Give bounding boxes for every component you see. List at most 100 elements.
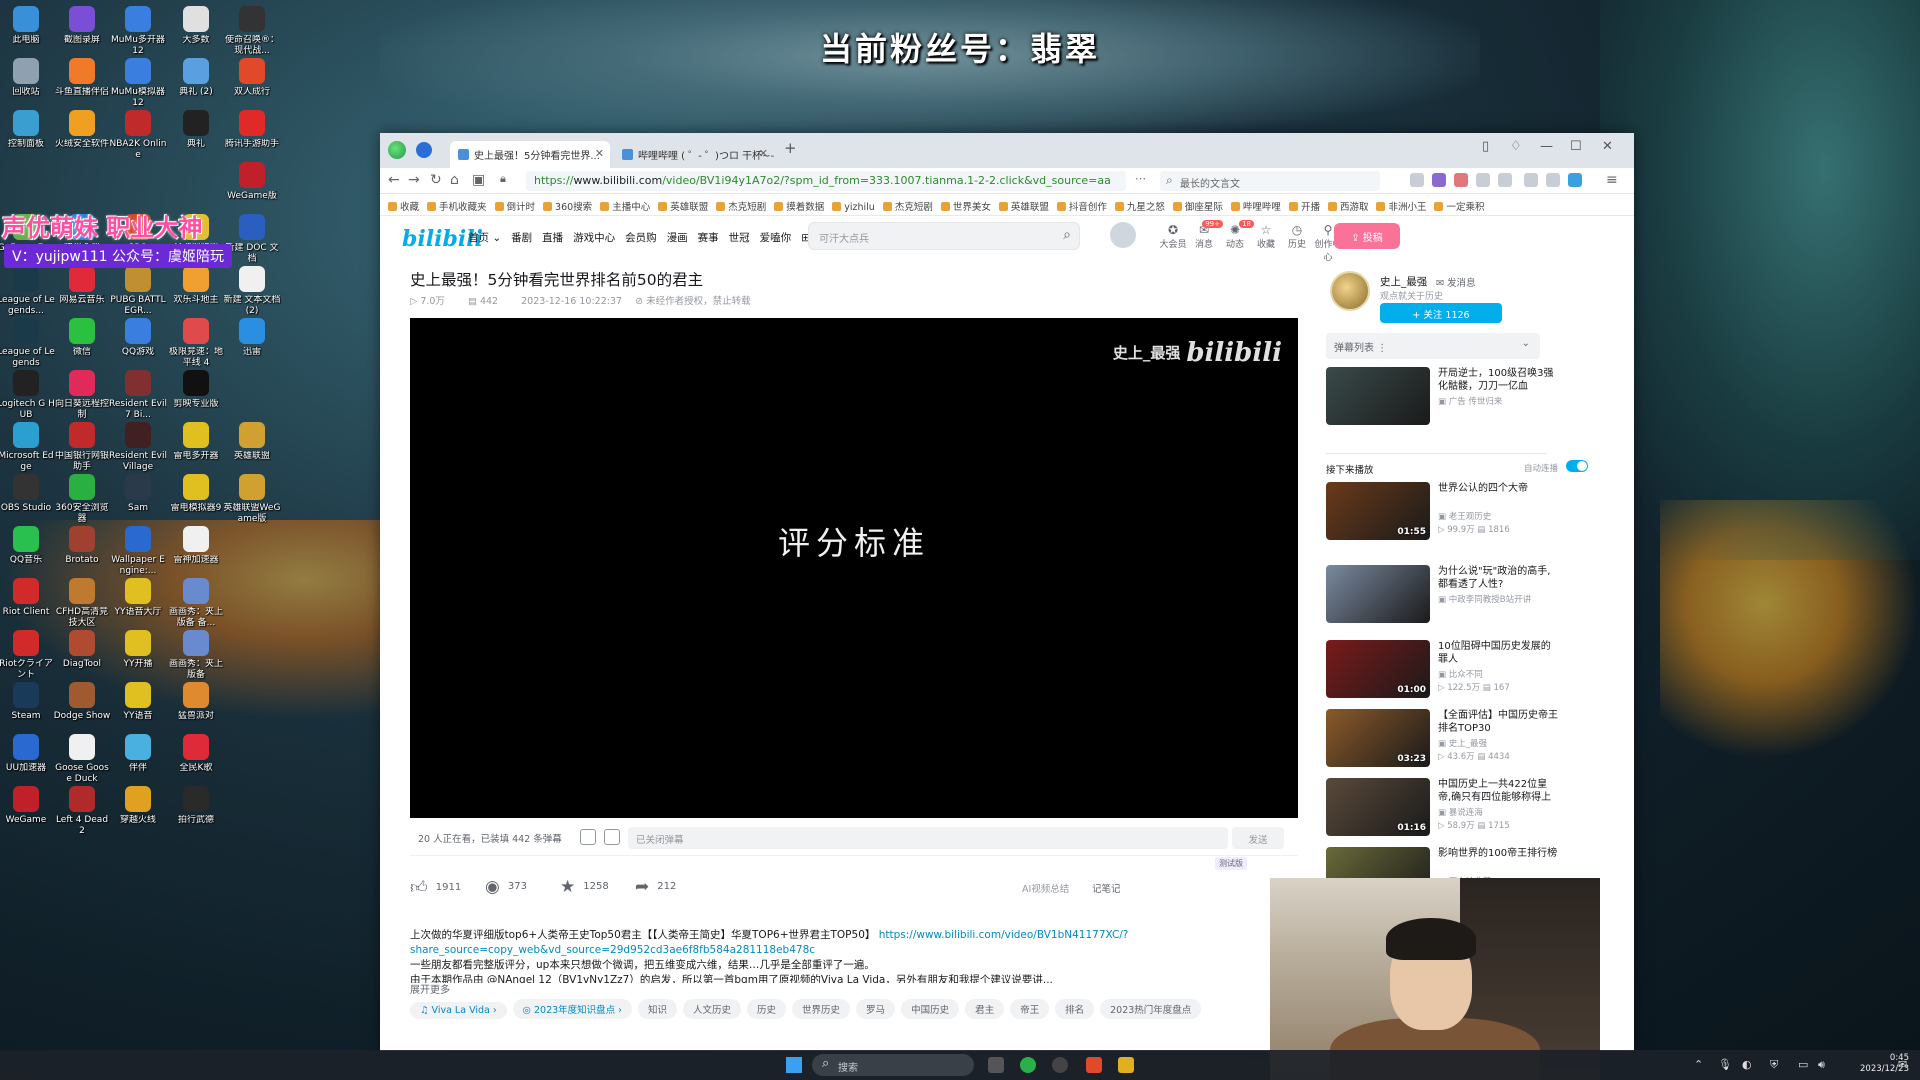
bilibili-search-input[interactable]: 可汗大点兵 ⌕ bbox=[808, 222, 1080, 250]
scissors-icon[interactable] bbox=[1410, 173, 1424, 187]
nav-item[interactable]: 漫画 bbox=[667, 232, 688, 244]
bookmark-item[interactable]: 世界美女 bbox=[941, 199, 991, 213]
tag-item[interactable]: 中国历史 bbox=[901, 999, 960, 1019]
chrome-taskbar-icon[interactable] bbox=[1086, 1057, 1102, 1073]
desktop-icon[interactable]: Left 4 Dead 2 bbox=[53, 786, 111, 837]
tag-item[interactable]: 世界历史 bbox=[792, 999, 851, 1019]
close-window-button[interactable]: ✕ bbox=[1602, 139, 1613, 154]
desktop-icon[interactable]: DiagTool bbox=[53, 630, 111, 670]
recommended-video[interactable]: 01:00 10位阻碍中国历史发展的罪人 ▣ 比众不同 ▷ 122.5万 ▤ 167 bbox=[1326, 640, 1551, 704]
bookmark-item[interactable]: 一定乘积 bbox=[1434, 199, 1484, 213]
desktop-icon[interactable]: 穿越火线 bbox=[109, 786, 167, 826]
security-icon[interactable]: ⛨ bbox=[1770, 1058, 1778, 1072]
browser-logo-icon[interactable] bbox=[388, 141, 406, 159]
tag-item[interactable]: 历史 bbox=[747, 999, 787, 1019]
tray-chevron-icon[interactable]: ⌃ bbox=[1694, 1058, 1703, 1071]
desktop-icon[interactable]: OBS Studio bbox=[0, 474, 55, 514]
task-view-icon[interactable] bbox=[988, 1057, 1004, 1073]
browser-search-input[interactable]: 最长的文言文 bbox=[1160, 171, 1380, 191]
desktop-icon[interactable]: Brotato bbox=[53, 526, 111, 566]
recommended-video[interactable]: 开局逆士，100级召唤3强化骷髅，刀刀一亿血 ▣ 广告 传世归来 bbox=[1326, 367, 1553, 431]
close-tab-icon[interactable]: ✕ bbox=[759, 147, 768, 160]
desktop-icon[interactable]: YY开播 bbox=[109, 630, 167, 670]
new-tab-button[interactable]: + bbox=[784, 139, 797, 157]
gamepad-icon[interactable] bbox=[1454, 173, 1468, 187]
bookmark-item[interactable]: yizhilu bbox=[832, 202, 875, 213]
uploader-avatar[interactable] bbox=[1330, 271, 1370, 311]
sync-icon[interactable] bbox=[1568, 173, 1582, 187]
tag-item[interactable]: 君主 bbox=[965, 999, 1005, 1019]
desktop-icon[interactable]: MuMu模拟器12 bbox=[109, 58, 167, 109]
desktop-icon[interactable]: Riot Client bbox=[0, 578, 55, 618]
uploader-name[interactable]: 史上_最强 bbox=[1380, 274, 1427, 289]
desktop-icon[interactable]: 拍行武德 bbox=[167, 786, 225, 826]
desktop-icon[interactable]: 剪映专业版 bbox=[167, 370, 225, 410]
bookmark-item[interactable]: 英雄联盟 bbox=[658, 199, 708, 213]
desktop-icon[interactable]: 猛兽派对 bbox=[167, 682, 225, 722]
close-tab-icon[interactable]: ✕ bbox=[595, 147, 604, 160]
tab-inactive[interactable]: 哔哩哔哩 ( ゜- ゜)つロ 干杯~-... ✕ bbox=[614, 141, 774, 168]
more-icon[interactable]: ⋯ bbox=[1135, 172, 1146, 185]
desktop-icon[interactable]: 此电脑 bbox=[0, 6, 55, 46]
upload-button[interactable]: ⇪ 投稿 bbox=[1334, 223, 1400, 249]
desktop-icon[interactable]: Riotクライアント bbox=[0, 630, 55, 681]
bookmark-item[interactable]: 非洲小王 bbox=[1376, 199, 1426, 213]
danmaku-list-dropdown[interactable]: 弹幕列表 ⋮ ⌄ bbox=[1326, 333, 1540, 359]
tag-item[interactable]: ◎ 2023年度知识盘点 › bbox=[512, 999, 632, 1019]
desktop-icon[interactable]: QQ音乐 bbox=[0, 526, 55, 566]
expand-more-link[interactable]: 展开更多 bbox=[410, 983, 1290, 998]
desktop-icon[interactable]: PUBG BATTLEGR... bbox=[109, 266, 167, 317]
desktop-icon[interactable]: 火绒安全软件 bbox=[53, 110, 111, 150]
desktop-icon[interactable]: 迅雷 bbox=[223, 318, 281, 358]
reload-icon[interactable]: ↻ bbox=[430, 172, 442, 188]
bookmark-item[interactable]: 倒计时 bbox=[495, 199, 536, 213]
grid-icon[interactable] bbox=[1498, 173, 1512, 187]
desktop-icon[interactable]: Goose Goose Duck bbox=[53, 734, 111, 785]
nav-item[interactable]: 会员购 bbox=[625, 232, 657, 244]
nav-item[interactable]: 爱嗑你 bbox=[760, 232, 792, 244]
bookmark-item[interactable]: 杰克短剧 bbox=[883, 199, 933, 213]
lock-icon[interactable]: 🔒︎ bbox=[500, 172, 506, 186]
tag-item[interactable]: ♫ Viva La Vida › bbox=[410, 1002, 507, 1019]
desktop-icon[interactable]: Microsoft Edge bbox=[0, 422, 55, 473]
desktop-icon[interactable]: 控制面板 bbox=[0, 110, 55, 150]
tag-item[interactable]: 知识 bbox=[637, 999, 677, 1019]
desktop-icon[interactable]: Dodge Show bbox=[53, 682, 111, 722]
danmaku-input[interactable]: 已关闭弹幕 bbox=[628, 827, 1228, 849]
desktop-icon[interactable]: 微信 bbox=[53, 318, 111, 358]
browser-taskbar-icon[interactable] bbox=[1020, 1057, 1036, 1073]
desktop-icon[interactable]: Resident Evil Village bbox=[109, 422, 167, 473]
undo-icon[interactable] bbox=[1546, 173, 1560, 187]
desktop-icon[interactable]: YY语音大厅 bbox=[109, 578, 167, 618]
desktop-icon[interactable]: Steam bbox=[0, 682, 55, 722]
notification-icon[interactable]: ✉ bbox=[1898, 1058, 1907, 1071]
bookmark-item[interactable]: 九星之怒 bbox=[1115, 199, 1165, 213]
tray-app-icon[interactable]: ◐ bbox=[1742, 1058, 1752, 1071]
desktop-icon[interactable]: 网易云音乐 bbox=[53, 266, 111, 306]
danmaku-toggle-icon[interactable] bbox=[580, 829, 596, 845]
desktop-icon[interactable]: Sam bbox=[109, 474, 167, 514]
desktop-icon[interactable]: 典礼 bbox=[167, 110, 225, 150]
desktop-icon[interactable]: CFHD高清竞技大区 bbox=[53, 578, 111, 629]
desktop-icon[interactable]: 画画秀：夹上版备 备... bbox=[167, 578, 225, 629]
desktop-icon[interactable]: League of Legends... bbox=[0, 266, 55, 317]
desktop-icon[interactable]: 雷电多开器 bbox=[167, 422, 225, 462]
desktop-icon[interactable]: 典礼 (2) bbox=[167, 58, 225, 98]
bookmark-item[interactable]: 收藏 bbox=[388, 199, 419, 213]
menu-icon[interactable]: ≡ bbox=[1606, 172, 1618, 188]
recommended-video[interactable]: 01:55 世界公认的四个大帝 ▣ 老王观历史 ▷ 99.9万 ▤ 1816 bbox=[1326, 482, 1546, 546]
desktop-icon[interactable]: QQ游戏 bbox=[109, 318, 167, 358]
tag-item[interactable]: 排名 bbox=[1055, 999, 1095, 1019]
maximize-button[interactable]: ☐ bbox=[1570, 139, 1582, 154]
send-danmaku-button[interactable]: 发送 bbox=[1232, 827, 1284, 849]
forward-icon[interactable]: → bbox=[408, 172, 420, 188]
desktop-icon[interactable]: 腾讯手游助手 bbox=[223, 110, 281, 150]
desktop-icon[interactable]: 回收站 bbox=[0, 58, 55, 98]
share-button[interactable]: ➦ 212 bbox=[635, 877, 676, 897]
desktop-icon[interactable]: 英雄联盟 bbox=[223, 422, 281, 462]
header-item[interactable]: ☆ 收藏 bbox=[1251, 223, 1281, 250]
follow-button[interactable]: + 关注 1126 bbox=[1380, 303, 1502, 323]
minimize-button[interactable]: — bbox=[1540, 139, 1553, 154]
recommended-video[interactable]: 为什么说"玩"政治的高手,都看透了人性? ▣ 中政李同教授B站开讲 bbox=[1326, 565, 1550, 629]
nav-item[interactable]: 世冠 bbox=[729, 232, 750, 244]
